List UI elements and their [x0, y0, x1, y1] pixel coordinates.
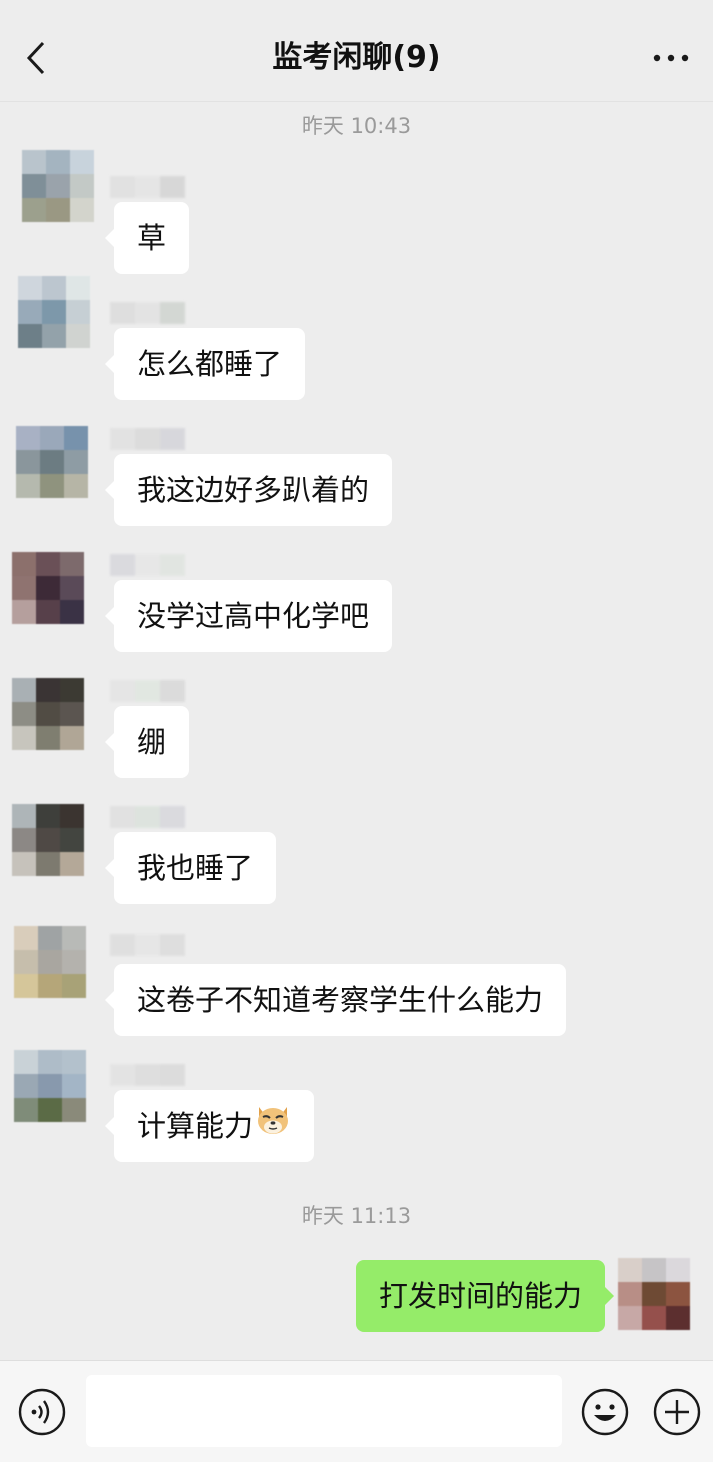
chat-title: 监考闲聊(9) [272, 40, 441, 75]
emoji-button[interactable] [580, 1387, 630, 1437]
message-bubble[interactable]: 计算能力 [104, 1089, 315, 1162]
sender-name [110, 934, 185, 956]
message-bubble[interactable]: 我也睡了 [104, 832, 277, 904]
message-row: 草 [0, 150, 713, 274]
message-row: 没学过高中化学吧 [0, 528, 713, 652]
message-row: 我也睡了 [0, 780, 713, 904]
sender-name [110, 680, 185, 702]
message-bubble[interactable]: 这卷子不知道考察学生什么能力 [104, 964, 567, 1036]
message-row: 我这边好多趴着的 [0, 402, 713, 526]
avatar[interactable] [14, 926, 86, 998]
smiley-icon [581, 1388, 629, 1436]
plus-button[interactable] [652, 1387, 702, 1437]
message-row: 计算能力 [0, 1038, 713, 1162]
avatar[interactable] [618, 1258, 690, 1330]
avatar[interactable] [18, 276, 90, 348]
avatar[interactable] [12, 552, 84, 624]
message-bubble[interactable]: 绷 [104, 706, 190, 778]
message-bubble[interactable]: 打发时间的能力 [355, 1260, 615, 1332]
avatar[interactable] [12, 804, 84, 876]
chat-header: 监考闲聊(9) [0, 0, 713, 102]
avatar[interactable] [16, 426, 88, 498]
avatar[interactable] [22, 150, 94, 222]
message-list[interactable]: 昨天 10:43 草 怎么都睡了 我这边好多趴着的 没学过高中化学吧 绷 我也睡… [0, 102, 713, 1360]
ellipsis-icon [653, 54, 689, 62]
message-bubble[interactable]: 没学过高中化学吧 [104, 580, 393, 652]
message-row: 打发时间的能力 [0, 1230, 713, 1350]
sender-name [110, 302, 185, 324]
avatar[interactable] [12, 678, 84, 750]
message-bubble[interactable]: 草 [104, 202, 190, 274]
message-input[interactable] [86, 1375, 562, 1447]
plus-icon [653, 1388, 701, 1436]
voice-button[interactable] [17, 1387, 67, 1437]
message-bubble[interactable]: 我这边好多趴着的 [104, 454, 393, 526]
message-bubble[interactable]: 怎么都睡了 [104, 328, 306, 400]
more-button[interactable] [651, 40, 691, 76]
message-row: 绷 [0, 654, 713, 778]
sender-name [110, 554, 185, 576]
message-row: 这卷子不知道考察学生什么能力 [0, 912, 713, 1036]
timestamp: 昨天 11:13 [301, 1204, 412, 1228]
timestamp: 昨天 10:43 [301, 114, 412, 138]
sender-name [110, 1064, 185, 1086]
message-row: 怎么都睡了 [0, 276, 713, 400]
avatar[interactable] [14, 1050, 86, 1122]
message-text: 计算能力 [137, 1109, 254, 1143]
sender-name [110, 428, 185, 450]
voice-icon [18, 1388, 66, 1436]
sender-name [110, 806, 185, 828]
sender-name [110, 176, 185, 198]
input-bar [0, 1360, 713, 1462]
doge-icon [255, 1089, 291, 1161]
